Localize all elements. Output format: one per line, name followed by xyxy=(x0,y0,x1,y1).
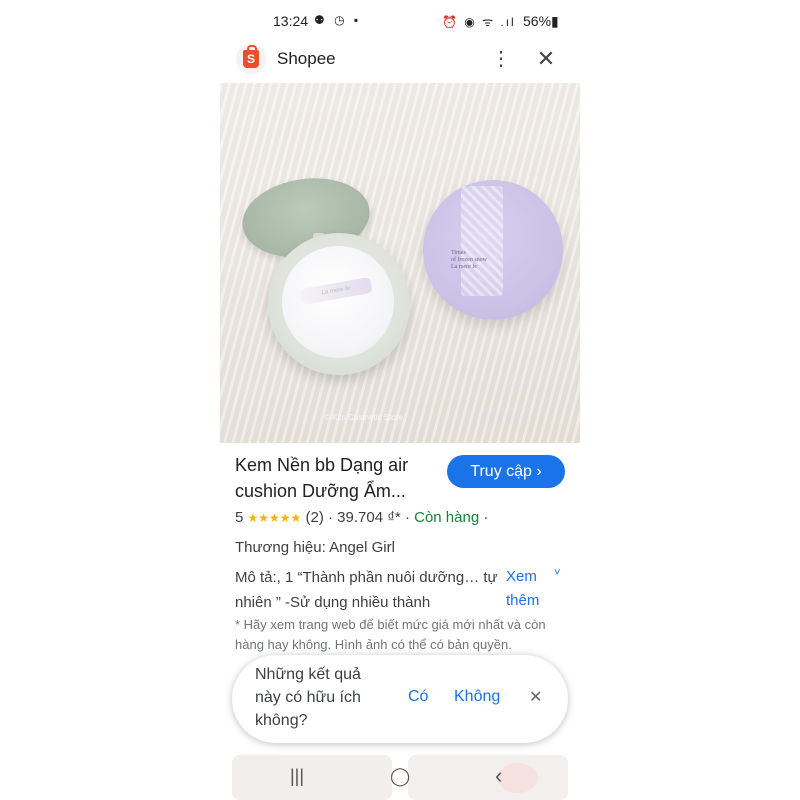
home-icon[interactable]: ◯ xyxy=(390,766,410,787)
product-meta: 5 ★★★★★ (2) · 39.704 ₫* · Còn hàng · xyxy=(235,509,488,526)
more-options-icon[interactable]: ⋮ xyxy=(491,46,511,72)
feedback-no-button[interactable]: Không xyxy=(454,688,500,706)
app-title: Shopee xyxy=(277,49,336,68)
recents-icon[interactable]: ||| xyxy=(290,766,304,787)
separator: · xyxy=(483,509,489,526)
lid-pattern-band xyxy=(461,186,503,296)
battery-indicator: 56%▮ xyxy=(523,13,559,29)
brand-line: Thương hiệu: Angel Girl xyxy=(235,539,395,556)
cushion-puff xyxy=(282,246,394,358)
notification-icons: ⚉ ◷ ▪ xyxy=(314,13,362,27)
shopee-bag-icon: S xyxy=(243,45,259,68)
visit-button[interactable]: Truy cập › xyxy=(447,455,565,488)
see-more-link[interactable]: Xem thêm xyxy=(506,565,554,613)
product-title[interactable]: Kem Nền bb Dạng air cushion Dưỡng Ẩm... xyxy=(235,452,440,504)
rating-stars-icon: ★★★★★ xyxy=(247,511,302,525)
close-icon[interactable]: ✕ xyxy=(534,46,558,72)
app-bar: S Shopee ⋮ ✕ xyxy=(220,40,580,80)
description: Mô tả:, 1 “Thành phần nuôi dưỡng… tự nhi… xyxy=(235,569,498,611)
feedback-card: Những kết quả này có hữu ích không? Có K… xyxy=(232,655,568,743)
separator: · xyxy=(404,509,410,526)
phone-screen: 13:24 ⚉ ◷ ▪ ⏰ ◉ ᯤ .ıl 56%▮ S Shopee ⋮ ✕ … xyxy=(220,0,580,800)
chevron-down-icon[interactable]: ˅ xyxy=(554,567,560,579)
cushion-lid-purple: Times of frozen snow La mere fe xyxy=(423,180,563,320)
rating-value: 5 xyxy=(235,509,244,526)
status-time: 13:24 xyxy=(273,13,309,29)
shopee-logo-icon: S xyxy=(236,44,266,74)
feedback-yes-button[interactable]: Có xyxy=(408,688,428,706)
review-count: (2) xyxy=(305,509,324,526)
system-nav-bar: ||| ◯ ‹ xyxy=(220,758,580,800)
product-image[interactable]: La mere fe Times of frozen snow La mere … xyxy=(220,83,580,443)
lid-text: Times of frozen snow La mere fe xyxy=(451,250,487,270)
back-icon[interactable]: ‹ xyxy=(495,763,502,789)
dismiss-icon[interactable]: ✕ xyxy=(529,687,542,707)
system-icons: ⏰ ◉ ᯤ .ıl xyxy=(442,15,516,29)
separator: · xyxy=(328,509,333,526)
status-bar: 13:24 ⚉ ◷ ▪ ⏰ ◉ ᯤ .ıl 56%▮ xyxy=(220,0,580,40)
price: 39.704 ₫* xyxy=(337,509,401,526)
feedback-question: Những kết quả này có hữu ích không? xyxy=(255,666,361,729)
image-watermark: © Kim Cosmetic Store xyxy=(324,413,403,422)
stock-status: Còn hàng xyxy=(414,509,480,526)
